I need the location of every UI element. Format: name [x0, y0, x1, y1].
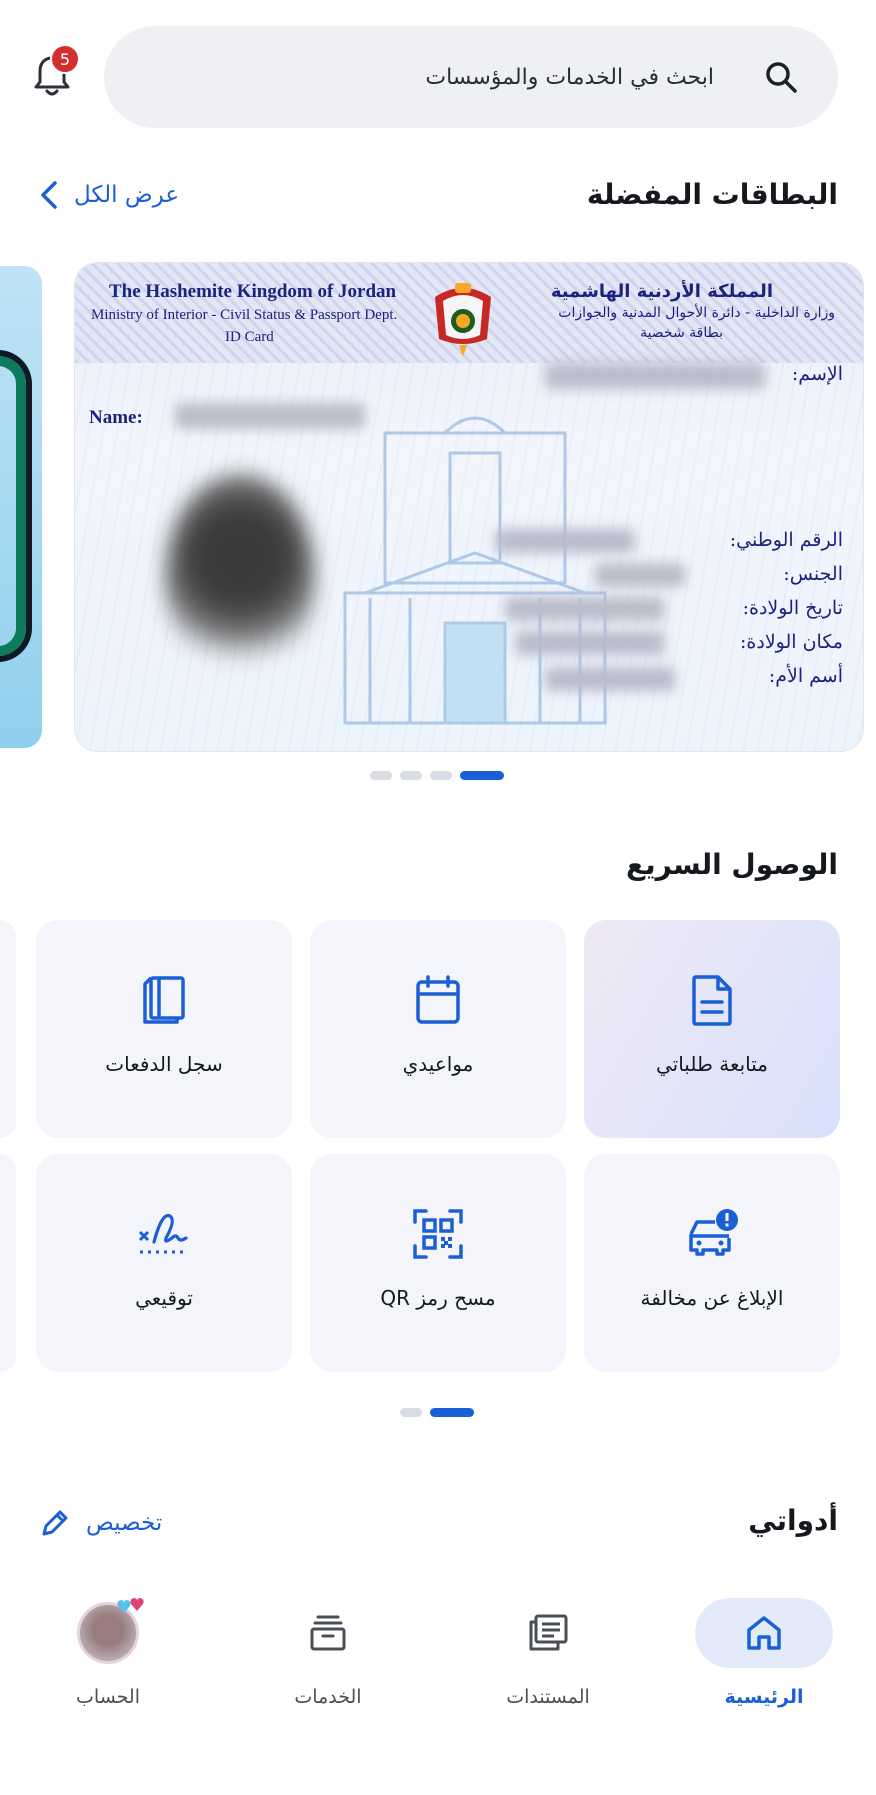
dob-label: تاريخ الولادة:	[742, 597, 843, 619]
notifications-button[interactable]: 5	[28, 44, 80, 102]
book-icon	[143, 976, 185, 1024]
bottom-navigation: الرئيسية المستندات الخدمات الحساب	[0, 1578, 876, 1728]
name-label-en: Name:	[89, 407, 143, 428]
gender-label: الجنس:	[783, 563, 843, 585]
view-all-link[interactable]: عرض الكل	[40, 180, 179, 210]
favorites-title: البطاقات المفضلة	[586, 178, 838, 211]
home-icon	[747, 1616, 781, 1650]
carousel-dot[interactable]	[370, 771, 392, 780]
tile-my-signature[interactable]: توقيعي	[36, 1154, 292, 1372]
chevron-left-icon	[41, 181, 57, 209]
national-no-label: الرقم الوطني:	[729, 529, 843, 551]
previous-card[interactable]	[0, 266, 42, 748]
coat-of-arms-icon	[435, 283, 491, 357]
documents-icon	[529, 1614, 568, 1651]
nav-documents[interactable]: المستندات	[468, 1598, 628, 1708]
tile-appointments[interactable]: مواعيدي	[310, 920, 566, 1138]
qr-scan-icon	[413, 1209, 463, 1259]
tile-track-requests[interactable]: متابعة طلباتي	[584, 920, 840, 1138]
view-all-label: عرض الكل	[74, 182, 180, 208]
tile-report-violation[interactable]: الإبلاغ عن مخالفة	[584, 1154, 840, 1372]
nav-services-label: الخدمات	[294, 1686, 362, 1708]
card-ar-title: المملكة الأردنية الهاشمية	[550, 281, 773, 302]
nav-home-label: الرئيسية	[724, 1686, 804, 1708]
tools-title: أدواتي	[748, 1504, 838, 1537]
quick-access-title: الوصول السريع	[626, 848, 838, 881]
quick-access-indicator	[400, 1408, 474, 1417]
nav-account[interactable]: الحساب	[28, 1598, 188, 1708]
pob-label: مكان الولادة:	[740, 631, 843, 653]
card-en-type: ID Card	[225, 329, 274, 345]
document-icon	[692, 975, 732, 1026]
tile-label: متابعة طلباتي	[655, 1052, 769, 1076]
carousel-dot[interactable]	[400, 1408, 422, 1417]
id-photo	[165, 473, 315, 683]
calendar-icon	[416, 975, 460, 1024]
carousel-dot[interactable]	[400, 771, 422, 780]
card-ar-type: بطاقة شخصية	[640, 325, 723, 341]
nav-home[interactable]: الرئيسية	[684, 1598, 844, 1708]
name-label-ar: الإسم:	[791, 363, 843, 385]
tile-payment-history[interactable]: سجل الدفعات	[36, 920, 292, 1138]
carousel-dot[interactable]	[430, 771, 452, 780]
customize-label: تخصيص	[86, 1510, 163, 1536]
card-carousel-indicator	[370, 771, 504, 780]
tile-label: سجل الدفعات	[105, 1052, 223, 1076]
nav-account-label: الحساب	[76, 1686, 140, 1708]
car-alert-icon	[689, 1209, 738, 1256]
tile-scan-qr[interactable]: مسح رمز QR	[310, 1154, 566, 1372]
archive-box-icon	[310, 1615, 346, 1651]
card-ar-ministry: وزارة الداخلية - دائرة الأحوال المدنية و…	[558, 305, 835, 321]
tile-label: توقيعي	[135, 1286, 193, 1310]
search-bar[interactable]: ابحث في الخدمات والمؤسسات	[104, 26, 838, 128]
customize-link[interactable]: تخصيص	[40, 1508, 162, 1538]
hearts-icon	[117, 1598, 144, 1613]
mother-name-label: أسم الأم:	[768, 665, 843, 687]
tile-label: الإبلاغ عن مخالفة	[640, 1286, 784, 1310]
carousel-dot-active[interactable]	[430, 1408, 474, 1417]
search-icon	[766, 62, 797, 93]
nav-services[interactable]: الخدمات	[248, 1598, 408, 1708]
tile-label: مواعيدي	[402, 1052, 474, 1076]
id-card[interactable]: The Hashemite Kingdom of Jordan Ministry…	[74, 262, 864, 752]
avatar	[77, 1598, 144, 1664]
signature-icon	[138, 1213, 188, 1254]
tile-label: مسح رمز QR	[380, 1286, 496, 1310]
card-en-title: The Hashemite Kingdom of Jordan	[109, 281, 397, 302]
carousel-dot-active[interactable]	[460, 771, 504, 780]
pencil-icon	[42, 1510, 68, 1536]
card-en-ministry: Ministry of Interior - Civil Status & Pa…	[91, 307, 398, 323]
nav-documents-label: المستندات	[506, 1686, 590, 1708]
notification-badge: 5	[50, 44, 80, 74]
search-placeholder: ابحث في الخدمات والمؤسسات	[425, 64, 714, 90]
